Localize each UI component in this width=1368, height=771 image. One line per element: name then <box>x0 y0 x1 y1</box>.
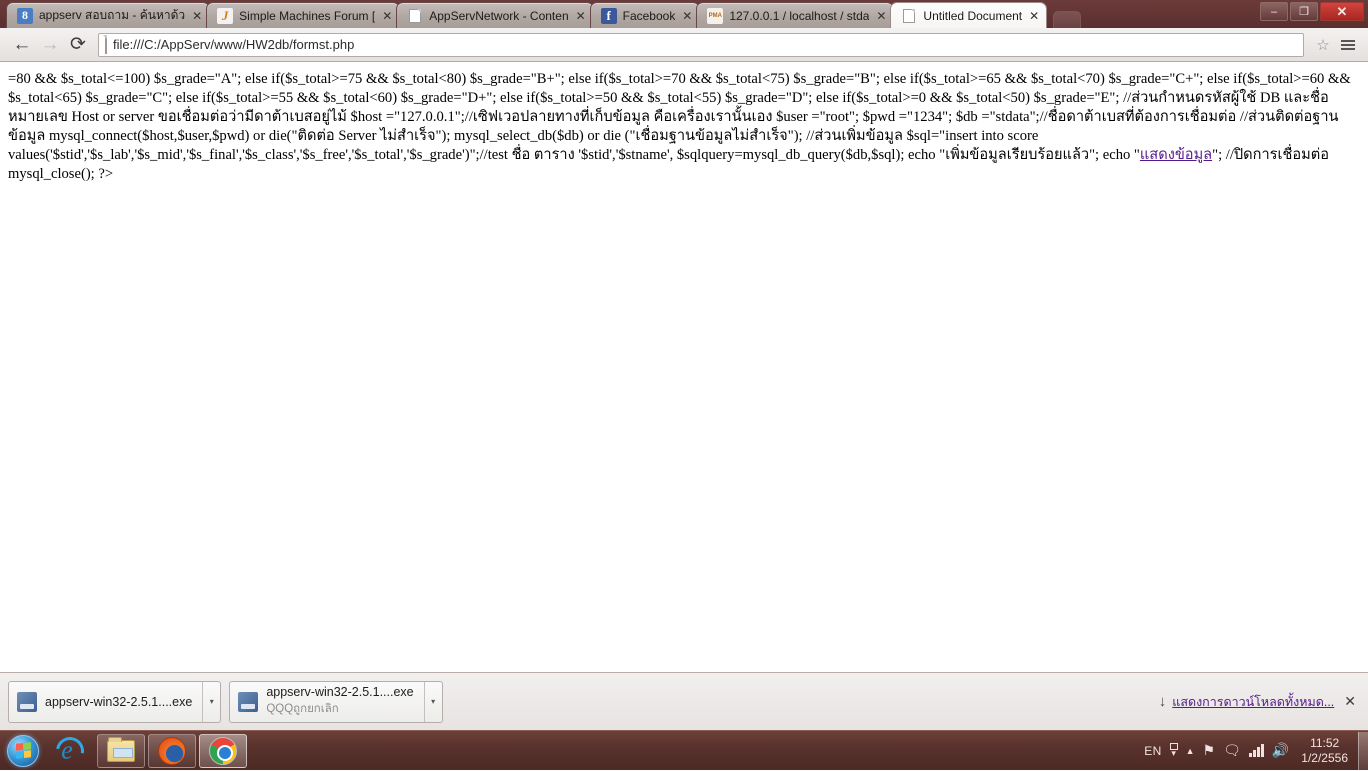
address-bar[interactable]: file:///C:/AppServ/www/HW2db/formst.php <box>98 32 1304 57</box>
tab-title: Simple Machines Forum [ <box>239 8 376 23</box>
tab-title: appserv สอบถาม - ค้นหาด้ว <box>39 8 186 22</box>
search-engine-icon: 8 <box>17 7 33 24</box>
installer-file-icon <box>17 691 37 712</box>
firefox-icon[interactable] <box>148 733 196 768</box>
page-icon <box>407 8 423 24</box>
minimize-button[interactable]: – <box>1260 2 1288 21</box>
forum-icon: J <box>217 7 234 24</box>
chevron-down-icon[interactable]: ▾ <box>202 681 220 722</box>
tab-phpmyadmin[interactable]: PMA 127.0.0.1 / localhost / stda ✕ <box>696 2 895 28</box>
forward-icon[interactable]: → <box>36 32 64 58</box>
facebook-icon: f <box>600 7 617 24</box>
window-controls: – ❐ ✕ <box>1260 2 1364 21</box>
show-desktop-button[interactable] <box>1358 731 1368 770</box>
clock-time: 11:52 <box>1310 735 1340 750</box>
download-status: QQQถูกยกเลิก <box>266 703 339 715</box>
tab-appservnetwork[interactable]: AppServNetwork - Conten ✕ <box>396 2 594 28</box>
show-all-downloads[interactable]: ↓ แสดงการดาวน์โหลดทั้งหมด... <box>1159 692 1335 712</box>
bookmark-star-icon[interactable]: ☆ <box>1312 34 1334 56</box>
reload-icon[interactable]: ⟳ <box>64 32 92 58</box>
volume-icon[interactable]: 🔊 <box>1272 742 1289 759</box>
url-text: file:///C:/AppServ/www/HW2db/formst.php <box>113 37 355 52</box>
chrome-icon[interactable] <box>199 733 247 768</box>
tab-strip: 8 appserv สอบถาม - ค้นหาด้ว ✕ J Simple M… <box>0 0 1368 28</box>
show-all-downloads-link[interactable]: แสดงการดาวน์โหลดทั้งหมด... <box>1172 692 1334 712</box>
download-arrow-icon: ↓ <box>1158 693 1167 710</box>
phpmyadmin-icon: PMA <box>707 7 724 24</box>
tab-title: Facebook <box>622 8 676 23</box>
signal-strength-icon[interactable] <box>1248 744 1264 757</box>
windows-taskbar: EN ▾ ▲ ⚑ 🗨 🔊 11:52 1/2/2556 <box>0 730 1368 770</box>
system-tray: EN ▾ ▲ ⚑ 🗨 🔊 11:52 1/2/2556 <box>1144 736 1358 766</box>
language-indicator[interactable]: EN <box>1144 744 1161 758</box>
menu-icon[interactable] <box>1336 33 1360 57</box>
close-icon[interactable]: ✕ <box>379 8 395 24</box>
action-center-icon[interactable]: 🗨 <box>1223 742 1241 759</box>
page-icon <box>901 8 917 24</box>
network-warning-icon[interactable]: ⚑ <box>1203 742 1216 759</box>
installer-file-icon <box>238 691 259 712</box>
tab-title: 127.0.0.1 / localhost / stda <box>729 8 870 23</box>
page-viewport: =80 && $s_total<=100) $s_grade="A"; else… <box>0 62 1368 672</box>
new-tab-button[interactable] <box>1053 11 1082 28</box>
chevron-down-icon[interactable]: ▾ <box>423 681 442 722</box>
windows-explorer-icon[interactable] <box>97 733 145 768</box>
page-icon <box>105 34 107 54</box>
start-orb-icon[interactable] <box>0 732 46 770</box>
download-shelf: appserv-win32-2.5.1....exe ▾ appserv-win… <box>0 672 1368 730</box>
download-file-name: appserv-win32-2.5.1....exe <box>266 685 414 699</box>
close-icon[interactable]: ✕ <box>679 8 695 24</box>
close-icon[interactable]: ✕ <box>189 8 205 24</box>
show-hidden-icons-icon[interactable]: ▲ <box>1186 746 1195 756</box>
clock-date: 1/2/2556 <box>1301 750 1348 765</box>
maximize-button[interactable]: ❐ <box>1290 2 1318 21</box>
show-data-link[interactable]: แสดงข้อมูล <box>1140 147 1212 163</box>
download-item[interactable]: appserv-win32-2.5.1....exe ▾ <box>8 680 222 723</box>
close-icon[interactable]: ✕ <box>573 8 589 24</box>
download-item[interactable]: appserv-win32-2.5.1....exe QQQถูกยกเลิก … <box>229 680 443 723</box>
download-file-name: appserv-win32-2.5.1....exe <box>45 694 193 709</box>
chrome-browser-window: 8 appserv สอบถาม - ค้นหาด้ว ✕ J Simple M… <box>0 0 1368 730</box>
tab-simple-machines-forum[interactable]: J Simple Machines Forum [ ✕ <box>206 2 401 28</box>
close-icon[interactable]: ✕ <box>1026 8 1042 24</box>
internet-explorer-icon[interactable] <box>46 731 94 770</box>
close-window-button[interactable]: ✕ <box>1320 2 1364 21</box>
tab-title: AppServNetwork - Conten <box>429 8 569 23</box>
tab-appserv-search[interactable]: 8 appserv สอบถาม - ค้นหาด้ว ✕ <box>6 2 211 28</box>
clock[interactable]: 11:52 1/2/2556 <box>1301 736 1348 766</box>
tab-facebook[interactable]: f Facebook ✕ <box>589 2 701 28</box>
input-method-icon[interactable]: ▾ <box>1169 743 1178 758</box>
close-icon[interactable]: ✕ <box>1344 693 1356 710</box>
tab-title: Untitled Document <box>923 8 1023 23</box>
close-icon[interactable]: ✕ <box>873 8 889 24</box>
php-source-output-text: =80 && $s_total<=100) $s_grade="A"; else… <box>8 71 1351 182</box>
browser-toolbar: ← → ⟳ file:///C:/AppServ/www/HW2db/forms… <box>0 28 1368 62</box>
back-icon[interactable]: ← <box>8 32 36 58</box>
tab-untitled-document[interactable]: Untitled Document ✕ <box>890 2 1048 28</box>
